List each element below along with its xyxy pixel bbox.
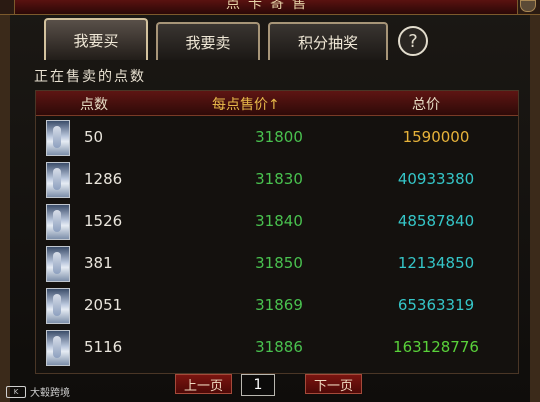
row-amount: 5116 bbox=[84, 338, 123, 356]
row-total: 65363319 bbox=[397, 296, 475, 314]
header-total[interactable]: 总价 bbox=[412, 94, 440, 114]
row-total: 48587840 bbox=[397, 212, 475, 230]
tab-points-lottery[interactable]: 积分抽奖 bbox=[268, 22, 388, 60]
table-header: 点数 每点售价↑ 总价 bbox=[36, 91, 518, 116]
row-total: 40933380 bbox=[397, 170, 475, 188]
question-icon: ? bbox=[408, 30, 418, 52]
section-label: 正在售卖的点数 bbox=[34, 69, 146, 85]
row-amount: 2051 bbox=[84, 296, 123, 314]
point-card-icon bbox=[46, 246, 70, 282]
row-total: 163128776 bbox=[393, 338, 479, 356]
watermark-text: 大毂跨境 bbox=[30, 388, 70, 399]
point-card-icon bbox=[46, 288, 70, 324]
row-amount: 1526 bbox=[84, 212, 123, 230]
prev-page-button[interactable]: 上一页 bbox=[175, 374, 232, 394]
window-title: 点卡寄售 bbox=[226, 0, 314, 12]
row-amount: 381 bbox=[84, 254, 113, 272]
row-price: 31800 bbox=[255, 128, 303, 146]
table-row[interactable]: 1286 31830 40933380 bbox=[36, 159, 518, 201]
title-bar: 点卡寄售 bbox=[0, 0, 540, 15]
row-price: 31869 bbox=[255, 296, 303, 314]
header-amount[interactable]: 点数 bbox=[80, 94, 108, 114]
tab-sell[interactable]: 我要卖 bbox=[156, 22, 260, 60]
table-row[interactable]: 5116 31886 163128776 bbox=[36, 327, 518, 369]
row-price: 31850 bbox=[255, 254, 303, 272]
next-page-button[interactable]: 下一页 bbox=[305, 374, 362, 394]
listing-table: 点数 每点售价↑ 总价 50 31800 1590000 1286 31830 … bbox=[35, 90, 519, 374]
row-price: 31840 bbox=[255, 212, 303, 230]
table-row[interactable]: 381 31850 12134850 bbox=[36, 243, 518, 285]
tab-buy[interactable]: 我要买 bbox=[44, 18, 148, 60]
help-button[interactable]: ? bbox=[398, 26, 428, 56]
table-row[interactable]: 50 31800 1590000 bbox=[36, 117, 518, 159]
table-row[interactable]: 2051 31869 65363319 bbox=[36, 285, 518, 327]
close-button[interactable] bbox=[520, 0, 536, 12]
watermark: K 大毂跨境 bbox=[6, 384, 70, 399]
row-amount: 1286 bbox=[84, 170, 123, 188]
row-price: 31886 bbox=[255, 338, 303, 356]
page-number-input[interactable]: 1 bbox=[241, 374, 275, 396]
row-total: 1590000 bbox=[402, 128, 470, 146]
point-card-icon bbox=[46, 162, 70, 198]
header-price-sorted[interactable]: 每点售价↑ bbox=[212, 94, 280, 114]
table-row[interactable]: 1526 31840 48587840 bbox=[36, 201, 518, 243]
point-card-icon bbox=[46, 330, 70, 366]
row-price: 31830 bbox=[255, 170, 303, 188]
row-amount: 50 bbox=[84, 128, 104, 146]
title-corner-right bbox=[517, 0, 540, 14]
point-card-icon bbox=[46, 120, 70, 156]
row-total: 12134850 bbox=[397, 254, 475, 272]
watermark-logo: K bbox=[6, 385, 26, 398]
point-card-icon bbox=[46, 204, 70, 240]
